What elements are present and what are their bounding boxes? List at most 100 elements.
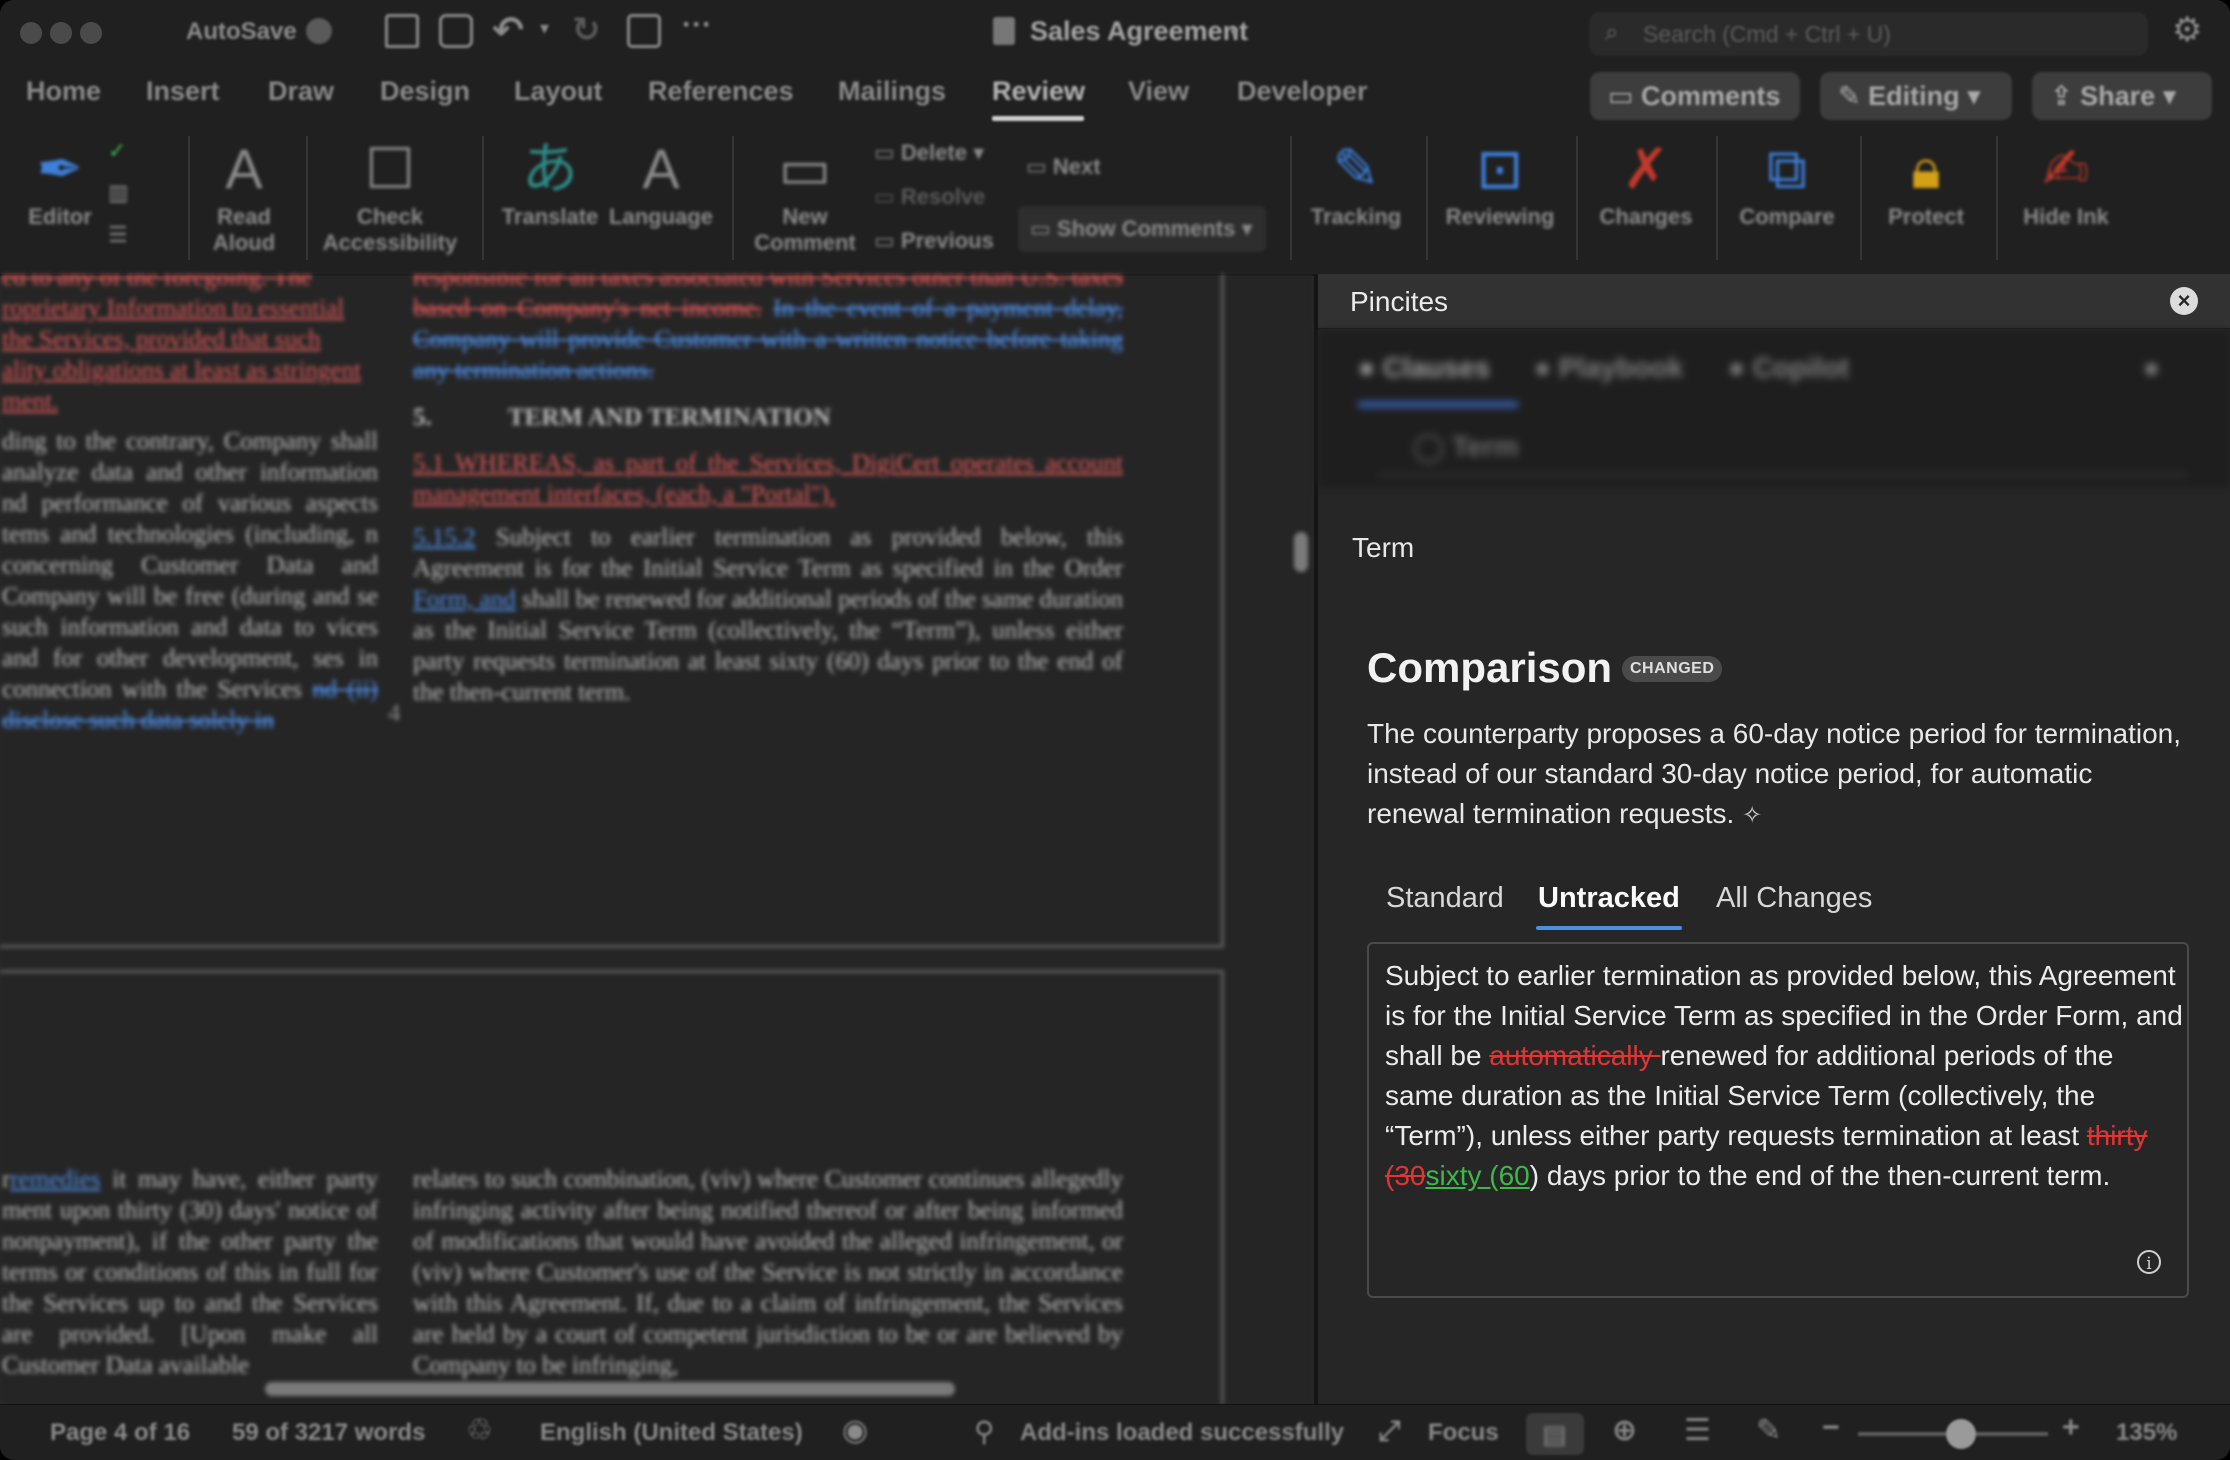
word-count-icon[interactable]: ☰ bbox=[108, 222, 128, 248]
nav-settings-icon[interactable]: ● bbox=[2143, 352, 2160, 384]
close-window-button[interactable] bbox=[20, 22, 42, 44]
translate-button[interactable]: あ Translate bbox=[500, 134, 600, 230]
zoom-level[interactable]: 135% bbox=[2116, 1419, 2177, 1447]
accessibility-status-icon[interactable]: ◉ bbox=[842, 1413, 868, 1448]
new-comment-button[interactable]: ▭ New Comment bbox=[750, 134, 860, 256]
language-status[interactable]: English (United States) bbox=[540, 1419, 803, 1447]
info-icon[interactable]: i bbox=[2137, 1250, 2161, 1274]
clause-label: Term bbox=[1352, 532, 1415, 563]
panel-navigation: ● Clauses ● Playbook ● Copilot ● ◯ Term bbox=[1318, 330, 2230, 488]
tab-standard[interactable]: Standard bbox=[1386, 882, 1504, 915]
tracking-button[interactable]: ✎ Tracking bbox=[1306, 134, 1406, 230]
share-button[interactable]: ⇪ Share ▾ bbox=[2032, 72, 2212, 120]
print-icon[interactable] bbox=[627, 14, 661, 48]
outline-icon[interactable]: ☰ bbox=[1684, 1413, 1711, 1448]
nav-playbook[interactable]: ● Playbook bbox=[1534, 352, 1683, 384]
title-chevron-icon[interactable]: ▾ bbox=[1230, 22, 1238, 42]
redo-icon[interactable]: ↻ bbox=[572, 10, 601, 50]
minimize-window-button[interactable] bbox=[50, 22, 72, 44]
nav-breadcrumb[interactable]: ◯ Term bbox=[1413, 430, 1519, 463]
tab-layout[interactable]: Layout bbox=[514, 76, 603, 107]
compare-button[interactable]: ⧉ Compare bbox=[1732, 134, 1842, 230]
resolve-button[interactable]: ▭ Resolve bbox=[874, 184, 985, 210]
focus-icon[interactable]: ⤢ bbox=[1378, 1415, 1400, 1448]
tab-review[interactable]: Review bbox=[992, 76, 1085, 107]
tab-references[interactable]: References bbox=[648, 76, 794, 107]
back-icon: ◯ bbox=[1413, 431, 1453, 462]
section-title: TERM AND TERMINATION bbox=[508, 404, 831, 431]
status-bar: Page 4 of 16 59 of 3217 words ♲ English … bbox=[0, 1404, 2230, 1460]
document-title[interactable]: Sales Agreement bbox=[1030, 16, 1248, 47]
undo-icon[interactable]: ↶ bbox=[492, 8, 524, 53]
ribbon-separator bbox=[482, 136, 484, 260]
zoom-out-button[interactable]: − bbox=[1822, 1411, 1840, 1445]
tab-mailings[interactable]: Mailings bbox=[838, 76, 946, 107]
document-canvas[interactable]: ed to any of the foregoing. The roprieta… bbox=[0, 274, 1314, 1404]
ribbon-separator bbox=[188, 136, 190, 260]
changes-button[interactable]: ✗ Changes bbox=[1594, 134, 1698, 230]
editing-button[interactable]: ✎ Editing ▾ bbox=[1820, 72, 2012, 120]
comments-button-label: Comments bbox=[1641, 81, 1781, 111]
nav-clauses[interactable]: ● Clauses bbox=[1358, 352, 1490, 384]
nav-copilot[interactable]: ● Copilot bbox=[1728, 352, 1849, 384]
tab-view[interactable]: View bbox=[1128, 76, 1189, 107]
hide-ink-button[interactable]: ✍ Hide Ink bbox=[2016, 134, 2116, 230]
zoom-in-button[interactable]: + bbox=[2062, 1411, 2080, 1445]
right-column-top: responsible for all taxes associated wit… bbox=[413, 274, 1123, 386]
word-window: AutoSave ↶ ▾ ↻ ··· Sales Agreement ▾ ⌕ S… bbox=[0, 0, 2230, 1460]
tab-all-changes[interactable]: All Changes bbox=[1716, 882, 1872, 915]
tab-draw[interactable]: Draw bbox=[268, 76, 334, 107]
nav-clauses-label: Clauses bbox=[1382, 352, 1491, 383]
read-aloud-label: Read Aloud bbox=[212, 204, 276, 255]
tab-design[interactable]: Design bbox=[380, 76, 470, 107]
autosave-toggle[interactable] bbox=[306, 18, 332, 44]
save-icon[interactable] bbox=[439, 14, 473, 48]
page-count[interactable]: Page 4 of 16 bbox=[50, 1419, 190, 1447]
tab-insert[interactable]: Insert bbox=[146, 76, 220, 107]
search-icon: ⌕ bbox=[1605, 19, 1619, 46]
protect-button[interactable]: 🔒︎ Protect bbox=[1874, 134, 1978, 230]
reviewing-button[interactable]: ⊡ Reviewing bbox=[1444, 134, 1556, 230]
spelling-icon[interactable]: ✓ bbox=[108, 138, 126, 164]
comments-button[interactable]: ▭ Comments bbox=[1590, 72, 1800, 120]
protect-label: Protect bbox=[1888, 204, 1964, 229]
editor-button[interactable]: ✒ Editor bbox=[20, 134, 100, 230]
title-bar: AutoSave ↶ ▾ ↻ ··· Sales Agreement ▾ ⌕ S… bbox=[0, 0, 2230, 62]
show-comments-button[interactable]: ▭ Show Comments ▾ bbox=[1018, 206, 1266, 252]
tab-home[interactable]: Home bbox=[26, 76, 101, 107]
sparkle-icon[interactable]: ✧ bbox=[1742, 802, 1762, 829]
previous-comment-button[interactable]: ▭ Previous bbox=[874, 228, 994, 254]
close-panel-button[interactable]: × bbox=[2170, 287, 2198, 315]
show-comments-label: Show Comments bbox=[1056, 216, 1236, 241]
tab-untracked[interactable]: Untracked bbox=[1538, 882, 1680, 915]
deleted-text: automatically bbox=[1489, 1040, 1661, 1071]
vertical-scrollbar[interactable] bbox=[1294, 532, 1308, 572]
comparison-title: Comparison bbox=[1367, 644, 1613, 691]
undo-dropdown-icon[interactable]: ▾ bbox=[540, 18, 549, 39]
doc-line: ment. bbox=[2, 388, 59, 415]
zoom-slider-handle[interactable] bbox=[1946, 1419, 1976, 1449]
zoom-window-button[interactable] bbox=[80, 22, 102, 44]
search-box[interactable]: ⌕ Search (Cmd + Ctrl + U) bbox=[1590, 13, 2147, 55]
read-aloud-button[interactable]: A Read Aloud bbox=[204, 134, 284, 256]
print-layout-button[interactable]: ▤ bbox=[1526, 1413, 1584, 1455]
account-icon[interactable]: ⚙ bbox=[2172, 10, 2202, 50]
home-icon[interactable] bbox=[385, 14, 419, 48]
doc-text: it may have, either party ment upon thir… bbox=[2, 1166, 379, 1379]
check-accessibility-button[interactable]: ☐ Check Accessibility bbox=[320, 134, 460, 256]
draft-icon[interactable]: ✎ bbox=[1756, 1413, 1781, 1448]
thesaurus-icon[interactable]: ▥ bbox=[108, 180, 129, 206]
nav-active-indicator bbox=[1358, 402, 1518, 407]
changes-icon: ✗ bbox=[1622, 137, 1670, 200]
web-layout-icon[interactable]: ⊕ bbox=[1612, 1413, 1637, 1448]
focus-button[interactable]: Focus bbox=[1428, 1419, 1499, 1447]
delete-comment-button[interactable]: ▭ Delete ▾ bbox=[874, 140, 984, 166]
proofing-icon[interactable]: ♲ bbox=[466, 1413, 493, 1448]
horizontal-scrollbar[interactable] bbox=[265, 1382, 955, 1396]
more-options-icon[interactable]: ··· bbox=[682, 8, 712, 42]
language-button[interactable]: A Language bbox=[606, 134, 716, 230]
ribbon-separator bbox=[1716, 136, 1718, 260]
next-comment-button[interactable]: ▭ Next bbox=[1026, 154, 1101, 180]
tab-developer[interactable]: Developer bbox=[1237, 76, 1368, 107]
word-count[interactable]: 59 of 3217 words bbox=[232, 1419, 425, 1447]
